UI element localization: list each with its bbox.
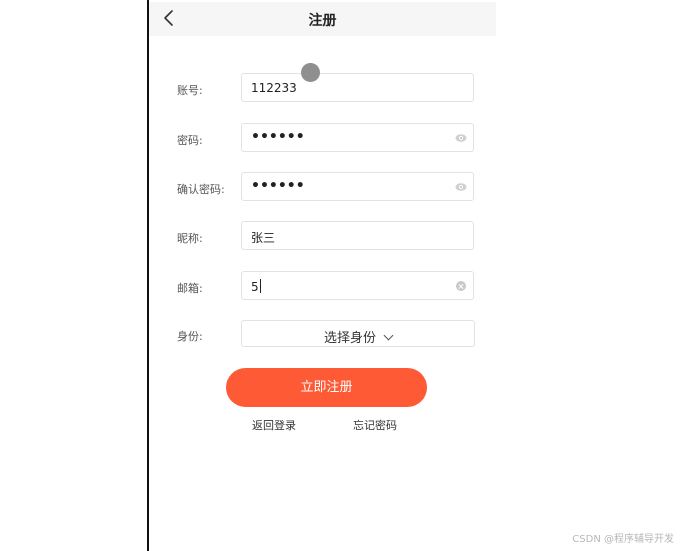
watermark: CSDN @程序辅导开发 xyxy=(572,534,674,545)
email-value-wrap: 5 xyxy=(251,279,261,294)
nickname-value: 张三 xyxy=(251,231,276,245)
identity-select-text: 选择身份 xyxy=(323,331,376,346)
nickname-label: 昵称: xyxy=(177,232,203,245)
confirm-password-value: •••••• xyxy=(251,178,305,194)
back-to-login-link[interactable]: 返回登录 xyxy=(252,417,296,433)
forgot-password-link[interactable]: 忘记密码 xyxy=(353,417,397,433)
nickname-input[interactable]: 张三 xyxy=(241,221,474,250)
password-row: 密码: •••••• xyxy=(149,123,496,155)
clear-icon[interactable] xyxy=(456,281,466,291)
password-input[interactable]: •••••• xyxy=(241,123,474,152)
nickname-row: 昵称: 张三 xyxy=(149,221,496,253)
account-row: 账号: 112233 xyxy=(149,73,496,105)
identity-select[interactable]: 选择身份 xyxy=(241,320,475,347)
register-button[interactable]: 立即注册 xyxy=(226,368,427,407)
account-label: 账号: xyxy=(177,84,203,97)
eye-icon[interactable] xyxy=(455,133,467,143)
navigation-bar: 注册 xyxy=(149,2,496,36)
page-title: 注册 xyxy=(308,13,337,29)
email-input[interactable]: 5 xyxy=(241,271,474,300)
password-value: •••••• xyxy=(251,129,305,145)
confirm-password-input[interactable]: •••••• xyxy=(241,172,474,201)
identity-select-inner: 选择身份 xyxy=(242,327,474,346)
confirm-password-label: 确认密码: xyxy=(177,183,225,196)
email-value: 5 xyxy=(251,280,259,294)
text-caret xyxy=(259,279,261,293)
confirm-password-row: 确认密码: •••••• xyxy=(149,172,496,204)
identity-label: 身份: xyxy=(177,330,203,343)
screen: 注册 账号: 112233 密码: •••••• 确认密码: •••••• 昵称… xyxy=(0,0,682,551)
touch-indicator xyxy=(301,63,320,82)
eye-icon[interactable] xyxy=(455,182,467,192)
email-label: 邮箱: xyxy=(177,282,203,295)
chevron-down-icon xyxy=(383,330,394,341)
account-input[interactable]: 112233 xyxy=(241,73,474,102)
phone-frame: 注册 账号: 112233 密码: •••••• 确认密码: •••••• 昵称… xyxy=(149,0,496,551)
account-value: 112233 xyxy=(251,81,297,95)
email-row: 邮箱: 5 xyxy=(149,271,496,303)
identity-row: 身份: 选择身份 xyxy=(149,320,496,352)
password-label: 密码: xyxy=(177,134,203,147)
